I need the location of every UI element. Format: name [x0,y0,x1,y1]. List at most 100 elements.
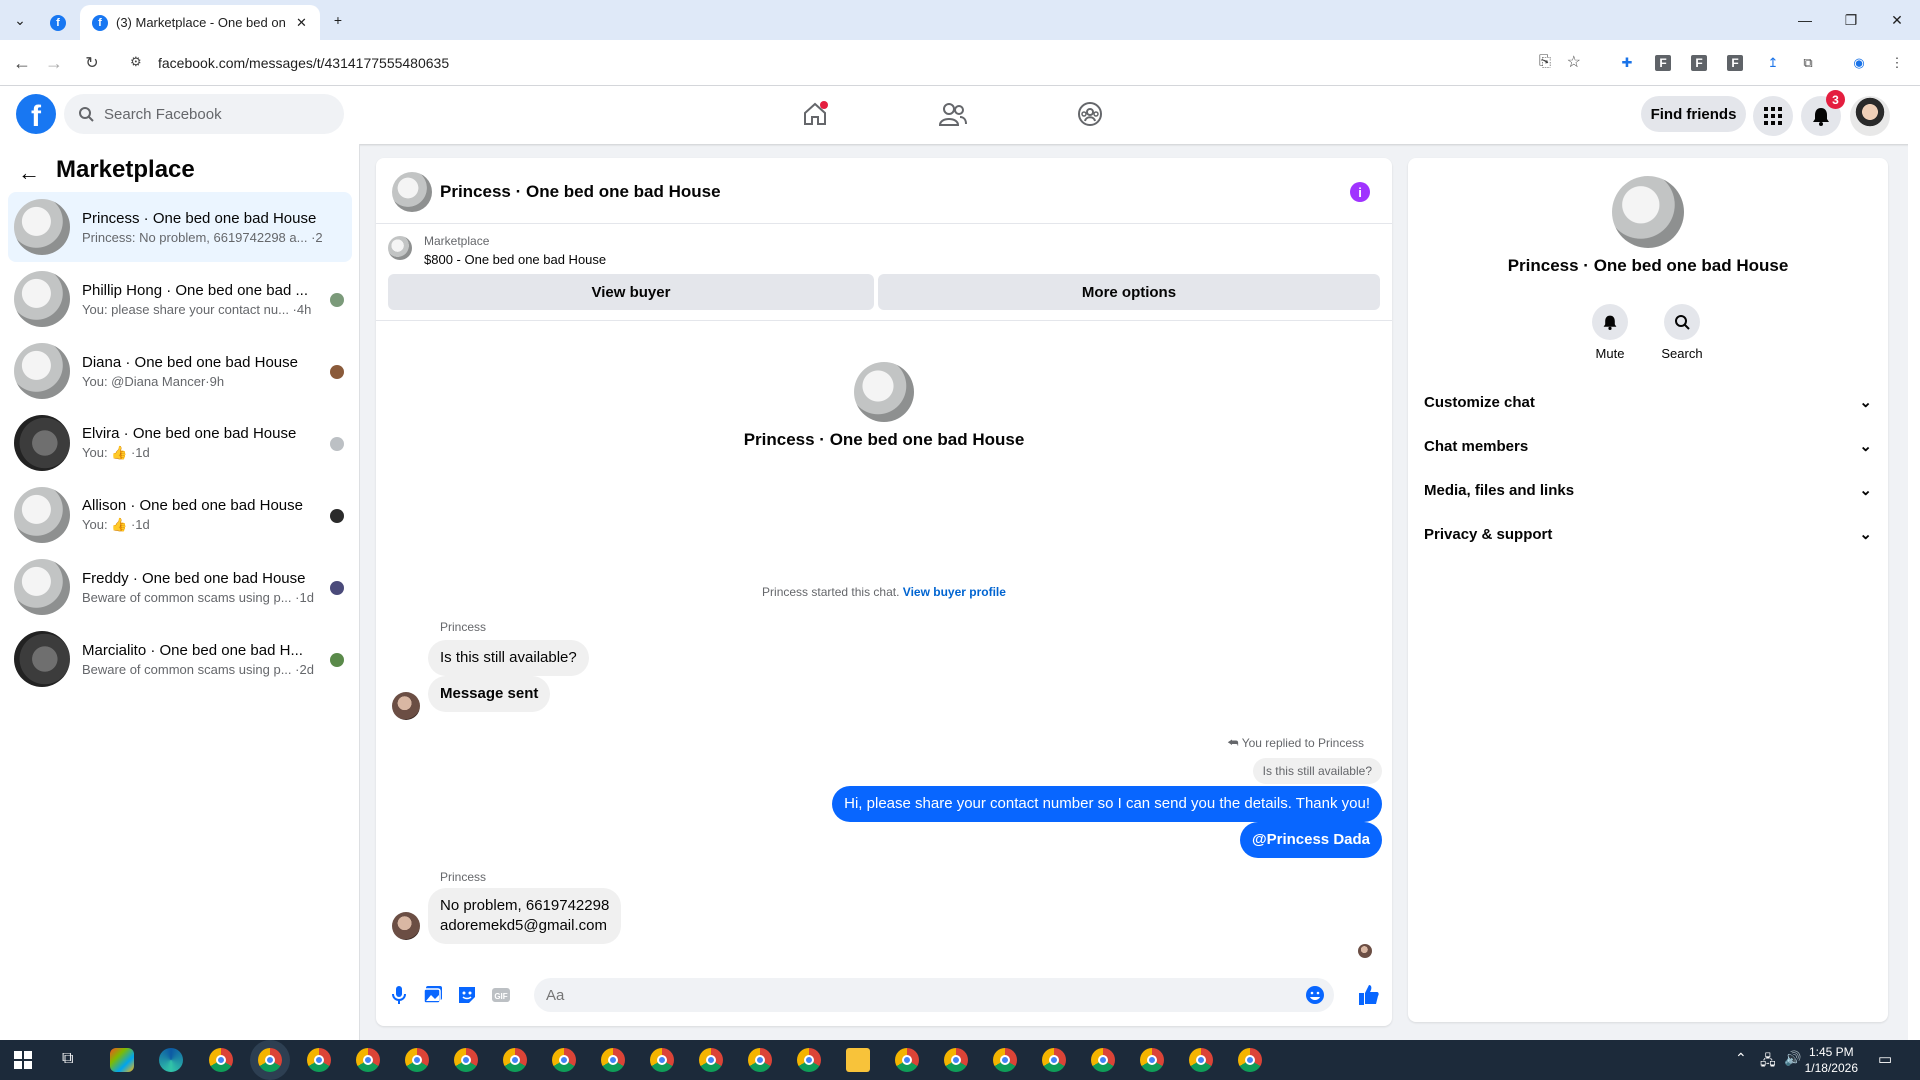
chrome-icon[interactable] [307,1048,331,1072]
window-close-icon[interactable]: ✕ [1874,0,1920,40]
network-icon[interactable]: 🖧 [1760,1050,1776,1074]
account-avatar[interactable] [1850,96,1890,136]
chrome-icon[interactable] [993,1048,1017,1072]
notification-center-icon[interactable]: ▭ [1878,1050,1892,1068]
menu-grid-icon[interactable] [1753,96,1793,136]
sender-avatar[interactable] [392,912,420,940]
file-explorer-icon[interactable] [846,1048,870,1072]
extension-pin-icon[interactable]: ↥ [1762,52,1784,74]
extensions-menu-icon[interactable]: ⧉ [1797,52,1819,74]
thumbs-up-icon[interactable] [1358,984,1380,1006]
chrome-icon[interactable] [454,1048,478,1072]
chrome-icon[interactable] [1042,1048,1066,1072]
incoming-message[interactable]: Message sent [428,676,551,712]
browser-menu-icon[interactable]: ⋮ [1886,52,1908,74]
edge-icon[interactable] [159,1048,183,1072]
back-arrow-icon[interactable]: ← [18,160,40,186]
conversation-item[interactable]: Phillip Hong · One bed one bad ... You: p… [8,264,352,334]
conversation-item[interactable]: Freddy · One bed one bad House Beware of … [8,552,352,622]
chrome-icon[interactable] [601,1048,625,1072]
extension-f-icon[interactable]: F [1691,55,1707,71]
chrome-icon[interactable] [1238,1048,1262,1072]
chrome-icon[interactable] [895,1048,919,1072]
friends-icon[interactable] [933,96,973,132]
conversation-item[interactable]: Princess · One bed one bad House Princess… [8,192,352,262]
info-icon[interactable]: i [1350,182,1370,202]
chrome-icon[interactable] [699,1048,723,1072]
clock[interactable]: 1:45 PM 1/18/2026 [1805,1044,1858,1076]
mute-button[interactable]: Mute [1580,304,1640,361]
microphone-icon[interactable] [388,984,410,1006]
chrome-icon[interactable] [258,1048,282,1072]
quoted-message[interactable]: Is this still available? [1252,758,1382,784]
outgoing-message[interactable]: @Princess Dada [1239,822,1382,858]
forward-icon[interactable]: → [42,51,66,75]
more-options-button[interactable]: More options [878,274,1380,310]
chat-members-row[interactable]: Chat members ⌄ [1424,424,1872,468]
facebook-logo-icon[interactable]: f [16,94,56,134]
facebook-search-input[interactable]: Search Facebook [64,94,344,134]
volume-icon[interactable]: 🔊 [1784,1050,1801,1067]
chrome-icon[interactable] [1091,1048,1115,1072]
sender-avatar[interactable] [392,692,420,720]
view-buyer-profile-link[interactable]: View buyer profile [903,585,1006,599]
tab-search-icon[interactable]: ⌄ [8,8,32,32]
chrome-icon[interactable] [1189,1048,1213,1072]
extension-f-icon[interactable]: F [1655,55,1671,71]
chrome-icon[interactable] [650,1048,674,1072]
conversation-item[interactable]: Allison · One bed one bad House You: 👍 ·1… [8,480,352,550]
chrome-icon[interactable] [1140,1048,1164,1072]
chrome-icon[interactable] [356,1048,380,1072]
page-scrollbar[interactable] [1908,86,1920,1040]
sticker-icon[interactable] [456,984,478,1006]
profile-icon[interactable]: ◉ [1848,52,1870,74]
chat-title[interactable]: Princess · One bed one bad House [440,182,721,202]
privacy-support-row[interactable]: Privacy & support ⌄ [1424,512,1872,556]
conversation-item[interactable]: Elvira · One bed one bad House You: 👍 ·1d [8,408,352,478]
listing-summary[interactable]: Marketplace $800 - One bed one bad House [388,230,1378,270]
chrome-icon[interactable] [552,1048,576,1072]
home-icon[interactable] [795,96,835,132]
chrome-icon[interactable] [748,1048,772,1072]
minimize-icon[interactable]: — [1782,0,1828,40]
reload-icon[interactable]: ↻ [80,51,104,75]
gif-icon[interactable]: GIF [490,984,512,1006]
customize-chat-row[interactable]: Customize chat ⌄ [1424,380,1872,424]
new-tab-icon[interactable]: + [326,8,350,32]
outgoing-message[interactable]: Hi, please share your contact number so … [832,786,1382,822]
extension-f-icon[interactable]: F [1727,55,1743,71]
media-files-links-row[interactable]: Media, files and links ⌄ [1424,468,1872,512]
photo-icon[interactable] [422,984,444,1006]
install-app-icon[interactable]: ⎘ [1539,53,1551,70]
chrome-icon[interactable] [797,1048,821,1072]
task-view-icon[interactable]: ⧉ [62,1050,73,1068]
chrome-icon[interactable] [209,1048,233,1072]
tab-close-icon[interactable]: ✕ [296,15,307,31]
conversation-item[interactable]: Diana · One bed one bad House You: @Diana… [8,336,352,406]
bookmark-star-icon[interactable]: ☆ [1567,52,1581,72]
site-info-icon[interactable]: ⚙ [130,54,142,70]
tab-marketplace[interactable]: f (3) Marketplace - One bed one ✕ [80,5,320,40]
chrome-icon[interactable] [944,1048,968,1072]
incoming-message[interactable]: No problem, 6619742298 adoremekd5@gmail.… [428,888,622,944]
chat-avatar[interactable] [392,172,432,212]
conversation-item[interactable]: Marcialito · One bed one bad H... Beware … [8,624,352,694]
chrome-icon[interactable] [405,1048,429,1072]
chrome-icon[interactable] [503,1048,527,1072]
search-in-chat-button[interactable]: Search [1652,304,1712,361]
copilot-icon[interactable] [110,1048,134,1072]
address-bar[interactable]: ⚙ facebook.com/messages/t/43141775554806… [124,46,1589,80]
windows-start-icon[interactable] [14,1051,32,1069]
find-friends-button[interactable]: Find friends [1641,96,1746,132]
restore-icon[interactable]: ❐ [1828,0,1874,40]
emoji-icon[interactable] [1304,984,1326,1006]
message-input[interactable] [534,978,1334,1012]
tab-pinned-facebook[interactable]: f [40,5,66,40]
view-buyer-button[interactable]: View buyer [388,274,874,310]
groups-icon[interactable] [1070,96,1110,132]
chat-header: Princess · One bed one bad House i [376,158,1392,224]
extension-puzzle-icon[interactable]: ✚ [1616,52,1638,74]
tray-chevron-icon[interactable]: ⌃ [1735,1050,1747,1067]
back-icon[interactable]: ← [10,51,34,75]
incoming-message[interactable]: Is this still available? [428,640,589,676]
